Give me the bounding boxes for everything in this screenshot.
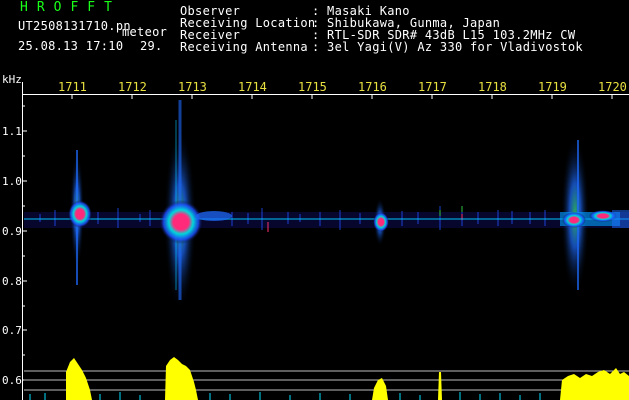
freq-axis-ticks	[22, 105, 27, 381]
meteor-echo	[68, 150, 92, 285]
spectrogram-plot	[22, 94, 629, 400]
time-axis-ticks	[71, 94, 613, 99]
meteor-echo	[159, 100, 232, 310]
signal-strength-bars	[29, 357, 629, 400]
meteor-echo	[373, 198, 389, 246]
meteor-echo	[560, 135, 629, 295]
noise-band	[24, 206, 629, 232]
spectrogram-screen: HROFFT UT2508131710.pn meteor 25.08.13 1…	[0, 0, 629, 400]
